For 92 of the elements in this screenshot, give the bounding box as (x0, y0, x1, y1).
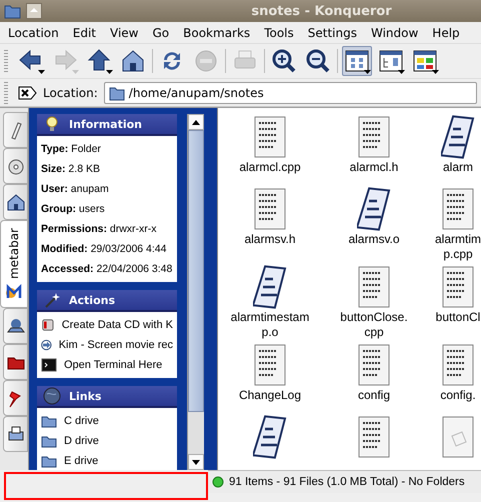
sidebar-tab[interactable] (3, 380, 28, 416)
toolbar-button[interactable] (342, 46, 372, 76)
binary-file-icon[interactable] (253, 415, 287, 459)
caret-icon (106, 70, 113, 74)
file-name[interactable]: buttonClose. cpp (340, 310, 408, 340)
file-name[interactable]: alarmsv.h (244, 232, 296, 247)
sidebar-tab[interactable] (3, 416, 28, 452)
status-light-icon (212, 476, 224, 488)
menu-item[interactable]: Settings (308, 26, 357, 40)
link-item[interactable]: E drive (41, 451, 173, 470)
color-grid-icon (412, 48, 438, 74)
stop-icon (193, 48, 219, 74)
house-icon (120, 48, 146, 74)
panel-title: Links (69, 390, 102, 402)
text-file-icon[interactable] (358, 416, 390, 458)
sidebar-tab[interactable] (3, 344, 28, 380)
caret-icon (364, 70, 371, 74)
file-name[interactable]: alarm (442, 160, 473, 175)
text-file-icon[interactable] (442, 188, 474, 230)
folder-icon (108, 84, 125, 100)
sidebar-tab[interactable] (3, 184, 28, 220)
sidebar-tab[interactable] (3, 148, 28, 184)
file-name[interactable]: alarmcl.cpp (239, 160, 301, 175)
panel-title: Information (69, 118, 142, 130)
house-icon (6, 192, 26, 212)
caret-icon (72, 70, 79, 74)
scrollbar-thumb[interactable] (188, 130, 204, 412)
action-item[interactable]: Open Terminal Here (41, 355, 173, 375)
info-text: Type: Folder (41, 142, 102, 157)
clear-icon[interactable] (18, 84, 37, 102)
file-name[interactable]: config. (440, 388, 476, 403)
text-file-icon[interactable] (442, 266, 474, 308)
location-field[interactable]: /home/anupam/snotes (104, 82, 477, 104)
sidebar-tab[interactable]: metabar (0, 220, 28, 308)
toolbar-handle[interactable] (4, 50, 8, 72)
file-name[interactable]: config (358, 388, 390, 403)
file-name[interactable]: alarmtim p.cpp (434, 232, 481, 262)
menu-item[interactable]: Bookmarks (183, 26, 250, 40)
link-item[interactable]: C drive (41, 411, 173, 431)
file-name[interactable]: alarmsv.o (348, 232, 400, 247)
terminal-icon (41, 357, 57, 373)
action-item[interactable]: Create Data CD with K (41, 315, 173, 335)
info-text: Size: 2.8 KB (41, 162, 101, 177)
menu-item[interactable]: Window (370, 26, 418, 40)
scrollbar[interactable] (187, 114, 204, 470)
file-name[interactable]: alarmtimestam p.o (230, 310, 310, 340)
cd-burner-icon (41, 317, 55, 333)
menu-item[interactable]: View (110, 26, 138, 40)
menu-item[interactable]: Tools (264, 26, 294, 40)
zoom-out-icon (305, 48, 331, 74)
text-file-icon[interactable] (358, 116, 390, 158)
status-text: 91 Items - 91 Files (1.0 MB Total) - No Folders (229, 476, 465, 488)
sidebar-tab[interactable] (3, 112, 28, 148)
metabar-logo-icon (5, 284, 23, 300)
text-file-icon[interactable] (254, 344, 286, 386)
menu-item[interactable]: Location (8, 26, 59, 40)
caret-icon (38, 70, 45, 74)
info-text: User: anupam (41, 182, 110, 197)
menu-item[interactable]: Go (152, 26, 170, 40)
text-file-icon[interactable] (254, 116, 286, 158)
text-file-icon[interactable] (442, 344, 474, 386)
info-text: Modified: 29/03/2006 4:44 (41, 242, 168, 257)
menu-item[interactable]: Edit (72, 26, 96, 40)
globe-icon (43, 387, 61, 405)
location-label: Location: (43, 86, 98, 100)
file-name[interactable]: alarmcl.h (350, 160, 398, 175)
binary-file-icon[interactable] (357, 187, 391, 231)
panel-title: Actions (69, 294, 115, 306)
window-shade-icon[interactable] (26, 3, 42, 19)
binary-file-icon[interactable] (253, 265, 287, 309)
toolbar-handle[interactable] (4, 82, 8, 104)
text-file-icon[interactable] (358, 266, 390, 308)
document-icon[interactable] (442, 416, 474, 458)
caret-icon (398, 70, 405, 74)
file-name[interactable]: buttonCl (436, 310, 480, 325)
caret-icon (432, 70, 439, 74)
info-text: Group: users (41, 202, 106, 217)
action-item[interactable]: Kim - Screen movie rec (41, 335, 173, 355)
info-text: Permissions: drwxr-xr-x (41, 222, 158, 237)
magic-wand-icon (43, 291, 61, 309)
text-file-icon[interactable] (358, 344, 390, 386)
link-item[interactable]: D drive (41, 431, 173, 451)
info-text: Accessed: 22/04/2006 3:48 (41, 262, 173, 277)
zoom-in-icon (271, 48, 297, 74)
sidebar-tab[interactable] (3, 308, 28, 344)
tree-view-icon (378, 48, 404, 74)
window-title: snotes - Konqueror (251, 4, 392, 18)
text-file-icon[interactable] (254, 188, 286, 230)
file-name[interactable]: ChangeLog (238, 388, 302, 403)
menu-item[interactable]: Help (432, 26, 460, 40)
icon-view-icon (344, 48, 370, 74)
binary-file-icon[interactable] (441, 115, 475, 159)
